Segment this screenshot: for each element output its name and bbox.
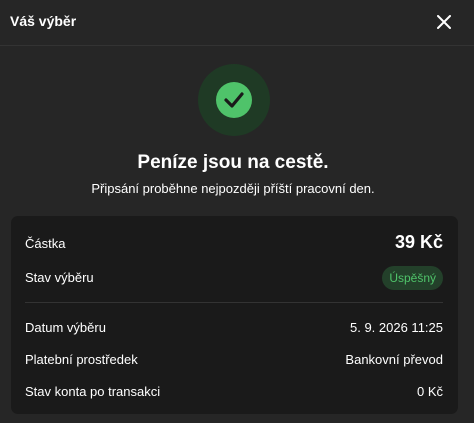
balance-row: Stav konta po transakci 0 Kč: [25, 380, 443, 404]
payment-method-value: Bankovní převod: [345, 352, 443, 367]
withdrawal-modal: Váš výběr Peníze jsou na cestě. Připsání…: [0, 0, 474, 423]
divider: [25, 302, 443, 303]
success-indicator: [198, 64, 270, 136]
date-label: Datum výběru: [25, 320, 106, 335]
date-value: 5. 9. 2026 11:25: [349, 320, 443, 335]
close-icon: [437, 15, 451, 29]
checkmark-icon: [224, 92, 244, 108]
withdrawal-status-row: Stav výběru Úspěšný: [25, 266, 443, 290]
details-card: Částka 39 Kč Stav výběru Úspěšný Datum v…: [11, 216, 458, 414]
amount-value: 39 Kč: [394, 232, 443, 252]
modal-header: Váš výběr: [0, 0, 474, 46]
payment-method-label: Platební prostředek: [25, 352, 138, 367]
withdrawal-status-label: Stav výběru: [25, 270, 94, 285]
payment-method-row: Platební prostředek Bankovní převod: [25, 348, 443, 372]
balance-label: Stav konta po transakci: [25, 384, 161, 399]
amount-row: Částka 39 Kč: [25, 232, 443, 256]
balance-value: 0 Kč: [416, 384, 443, 399]
close-button[interactable]: [430, 8, 458, 36]
date-row: Datum výběru 5. 9. 2026 11:25: [25, 316, 443, 340]
status-headline: Peníze jsou na cestě.: [137, 152, 329, 173]
status-badge: Úspěšný: [382, 266, 443, 290]
modal-title: Váš výběr: [10, 13, 77, 29]
amount-label: Částka: [25, 236, 66, 251]
status-subline: Připsání proběhne nejpozději příští prac…: [91, 181, 375, 196]
